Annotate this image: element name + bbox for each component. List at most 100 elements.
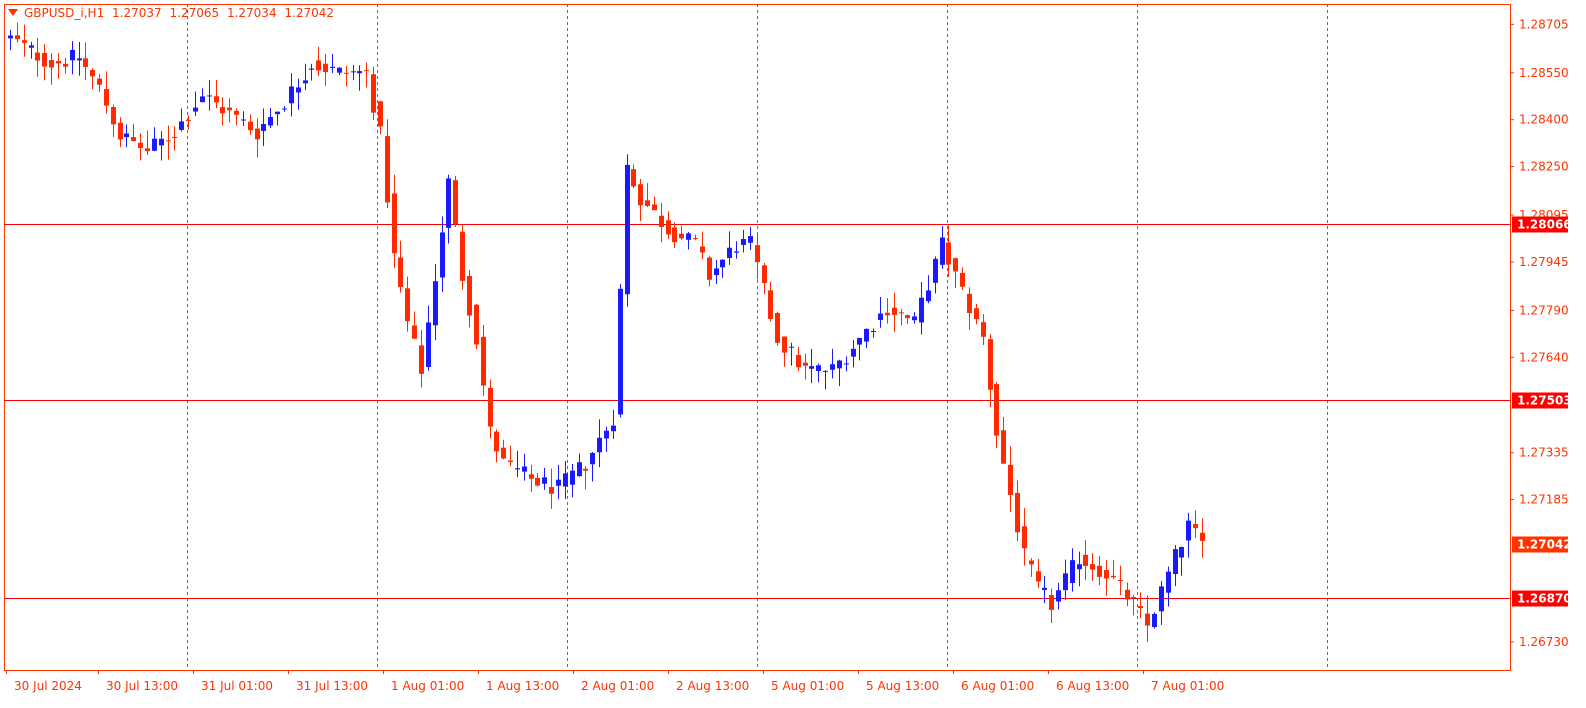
candle-body — [1179, 546, 1184, 558]
bearish-candle — [364, 62, 369, 88]
bullish-candle — [714, 259, 719, 284]
candle-body — [809, 366, 814, 369]
bearish-candle — [583, 465, 588, 490]
candle-body — [522, 466, 527, 472]
bearish-candle — [638, 178, 643, 222]
candle-body — [556, 479, 561, 486]
candle-body — [974, 308, 979, 320]
bearish-candle — [981, 314, 986, 346]
candlestick-chart[interactable]: 1.287051.285501.284001.282501.280951.279… — [0, 0, 1586, 708]
bullish-candle — [241, 111, 246, 126]
bearish-candle — [631, 164, 636, 189]
candle-body — [1001, 430, 1006, 464]
bearish-candle — [90, 68, 95, 90]
candle-body — [172, 136, 177, 139]
bearish-candle — [974, 303, 979, 325]
bearish-candle — [35, 37, 40, 77]
candle-body — [919, 297, 924, 323]
bearish-candle — [255, 118, 260, 158]
y-tick-label: 1.27790 — [1519, 303, 1569, 317]
bullish-candle — [734, 241, 739, 259]
bullish-candle — [289, 73, 294, 117]
bearish-candle — [412, 311, 417, 340]
candle-body — [563, 473, 568, 487]
candle-body — [152, 138, 157, 151]
bearish-candle — [899, 308, 904, 326]
y-tick-label: 1.26730 — [1519, 635, 1569, 649]
candle-body — [1145, 613, 1150, 626]
candle-body — [816, 365, 821, 371]
bearish-candle — [892, 292, 897, 332]
bullish-candle — [309, 63, 314, 81]
candle-body — [583, 468, 588, 471]
bullish-candle — [70, 41, 75, 75]
candle-body — [638, 184, 643, 206]
bullish-candle — [590, 451, 595, 482]
bearish-candle — [1090, 553, 1095, 581]
bullish-candle — [1186, 512, 1191, 558]
candle-body — [1138, 605, 1143, 609]
bullish-candle — [556, 464, 561, 500]
candle-body — [1097, 565, 1102, 577]
candle-body — [535, 477, 540, 486]
bullish-candle — [577, 453, 582, 477]
candle-body — [994, 384, 999, 436]
candle-body — [645, 200, 650, 206]
x-tick-label: 31 Jul 01:00 — [201, 679, 273, 693]
candle-body — [967, 293, 972, 313]
candle-body — [56, 61, 61, 64]
current-price-label: 1.27042 — [1517, 538, 1572, 552]
bearish-candle — [405, 276, 410, 332]
bearish-candle — [83, 42, 88, 81]
candle-body — [570, 470, 575, 485]
bullish-candle — [282, 106, 287, 112]
candle-body — [49, 60, 54, 68]
bullish-candle — [124, 124, 129, 148]
bullish-candle — [1152, 612, 1157, 629]
candle-body — [138, 142, 143, 149]
bearish-candle — [960, 267, 965, 290]
bullish-candle — [261, 108, 266, 146]
candle-body — [323, 63, 328, 73]
bearish-candle — [104, 71, 109, 114]
candle-body — [1077, 564, 1082, 570]
candle-body — [303, 80, 308, 84]
candle-body — [782, 336, 787, 353]
bullish-candle — [1056, 582, 1061, 610]
bearish-candle — [488, 379, 493, 439]
bearish-candle — [707, 255, 712, 287]
bullish-candle — [1070, 548, 1075, 592]
candle-body — [467, 276, 472, 316]
bullish-candle — [686, 231, 691, 250]
candle-body — [830, 364, 835, 370]
bullish-candle — [522, 453, 527, 481]
bearish-candle — [775, 311, 780, 346]
candle-body — [1166, 571, 1171, 593]
candle-body — [953, 258, 958, 272]
x-tick-label: 6 Aug 13:00 — [1056, 679, 1129, 693]
bearish-candle — [460, 225, 465, 290]
candle-body — [268, 116, 273, 126]
candle-body — [344, 72, 349, 74]
bullish-candle — [625, 154, 630, 307]
y-tick-label: 1.28550 — [1519, 66, 1569, 80]
candle-body — [97, 78, 102, 85]
candle-body — [823, 370, 828, 372]
bearish-candle — [214, 80, 219, 109]
bullish-candle — [515, 450, 520, 478]
bearish-candle — [323, 53, 328, 86]
candle-body — [118, 122, 123, 140]
bullish-candle — [851, 340, 856, 368]
candle-body — [1186, 520, 1191, 541]
candle-body — [666, 220, 671, 235]
bearish-candle — [419, 329, 424, 388]
candle-body — [727, 247, 732, 259]
bearish-candle — [1083, 540, 1088, 580]
candle-body — [1090, 564, 1095, 570]
y-tick-label: 1.27335 — [1519, 446, 1569, 460]
candle-body — [933, 258, 938, 283]
bearish-candle — [967, 287, 972, 330]
bearish-candle — [1022, 508, 1027, 566]
candle-body — [412, 325, 417, 339]
bearish-candle — [371, 66, 376, 121]
